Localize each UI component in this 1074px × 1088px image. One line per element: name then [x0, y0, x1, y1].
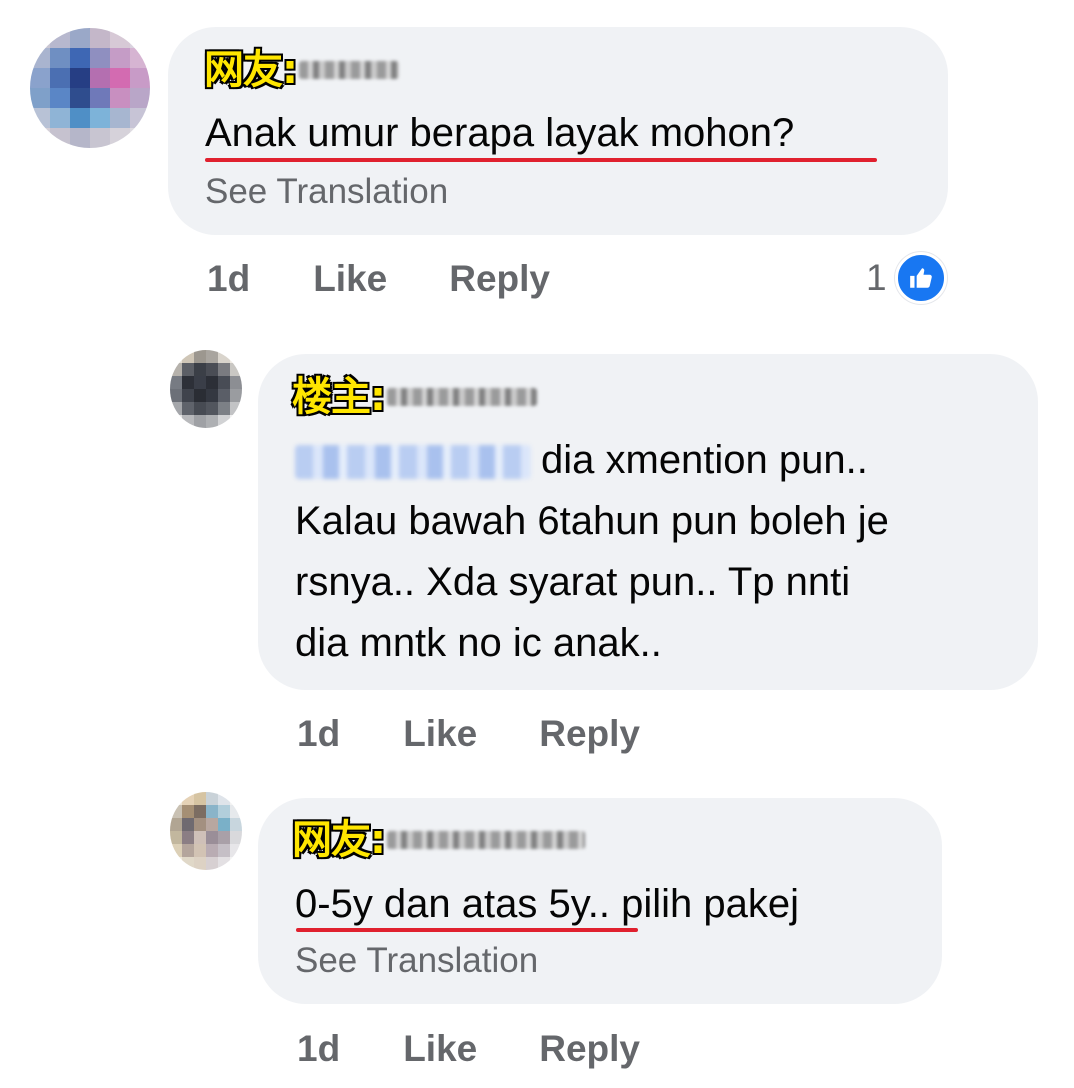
reaction-count: 1 [866, 257, 887, 298]
reply-button[interactable]: Reply [449, 258, 550, 300]
comment-line: dia xmention pun.. [541, 438, 868, 482]
avatar-image [170, 350, 242, 428]
comment-text: 0-5y dan atas 5y.. pilih pakej [295, 882, 800, 926]
avatar-image [170, 792, 242, 870]
avatar[interactable] [170, 350, 242, 428]
username-blurred[interactable] [387, 388, 537, 406]
role-tag: 楼主: [291, 374, 387, 420]
timestamp[interactable]: 1d [297, 1028, 340, 1070]
comment-line: Kalau bawah 6tahun pun boleh je [295, 499, 889, 543]
like-button[interactable]: Like [403, 713, 477, 755]
mention-link[interactable] [295, 445, 531, 480]
comment-author[interactable]: 网友: [291, 817, 585, 863]
timestamp[interactable]: 1d [207, 258, 250, 300]
username-blurred[interactable] [387, 831, 585, 849]
thumbs-up-icon [894, 252, 947, 304]
avatar[interactable] [30, 28, 150, 148]
comment-actions: 1d Like Reply [297, 1028, 640, 1070]
highlight-underline [296, 928, 638, 932]
see-translation-link[interactable]: See Translation [295, 941, 538, 981]
role-tag: 网友: [291, 817, 387, 863]
comment-actions: 1d Like Reply [297, 713, 640, 755]
highlight-underline [205, 158, 877, 162]
comment-line: dia mntk no ic anak.. [295, 621, 662, 665]
username-blurred[interactable] [299, 61, 399, 79]
reaction-summary[interactable]: 1 [866, 252, 947, 304]
comment-author[interactable]: 楼主: [291, 374, 537, 420]
reply-button[interactable]: Reply [539, 1028, 640, 1070]
comment-text: Anak umur berapa layak mohon? [205, 111, 795, 155]
like-button[interactable]: Like [313, 258, 387, 300]
comment-line: rsnya.. Xda syarat pun.. Tp nnti [295, 560, 851, 604]
reply-button[interactable]: Reply [539, 713, 640, 755]
avatar[interactable] [170, 792, 242, 870]
comment-text: dia xmention pun.. [295, 430, 868, 491]
role-tag: 网友: [203, 47, 299, 93]
see-translation-link[interactable]: See Translation [205, 172, 448, 212]
comment-author[interactable]: 网友: [203, 47, 399, 93]
like-button[interactable]: Like [403, 1028, 477, 1070]
timestamp[interactable]: 1d [297, 713, 340, 755]
comment-actions: 1d Like Reply [207, 258, 550, 300]
avatar-image [30, 28, 150, 148]
